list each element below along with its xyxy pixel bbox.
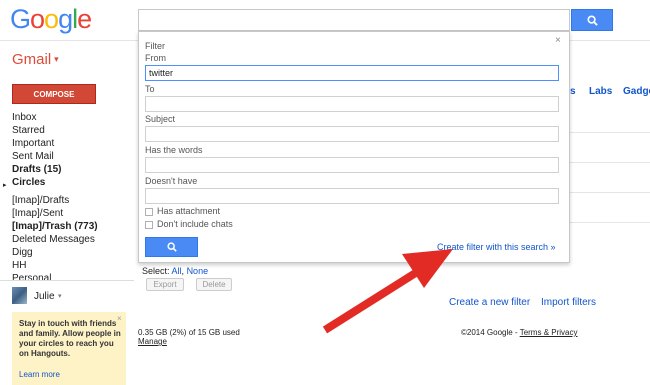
hangouts-promo-text: Stay in touch with friends and family. A… — [19, 319, 121, 358]
has-words-field[interactable] — [145, 157, 559, 173]
create-filter-link[interactable]: Create filter with this search » — [437, 242, 556, 252]
sidebar-item[interactable]: HH — [12, 260, 26, 271]
row-divider — [570, 162, 650, 163]
has-attachment-label: Has attachment — [157, 206, 221, 216]
sidebar-item[interactable]: Personal — [12, 273, 51, 280]
search-button[interactable] — [571, 9, 613, 31]
close-icon[interactable]: × — [117, 314, 122, 323]
google-logo[interactable]: Google — [10, 4, 92, 35]
chevron-down-icon[interactable]: ▾ — [58, 292, 62, 300]
row-divider — [570, 192, 650, 193]
select-all-link[interactable]: All — [172, 266, 182, 276]
expand-arrow-icon[interactable]: ▸ — [3, 181, 7, 189]
tab-labs[interactable]: Labs — [589, 86, 612, 97]
sidebar-item[interactable]: [Imap]/Drafts — [12, 195, 69, 206]
terms-privacy-link[interactable]: Terms & Privacy — [520, 328, 578, 337]
sidebar-item[interactable]: Drafts (15) — [12, 164, 61, 175]
import-filters-link[interactable]: Import filters — [541, 297, 596, 308]
subject-label: Subject — [145, 114, 176, 124]
dont-include-chats-checkbox[interactable] — [145, 221, 153, 229]
footer-copyright: ©2014 Google - Terms & Privacy — [461, 328, 577, 337]
tab-gadgets[interactable]: Gadge — [623, 86, 650, 97]
copyright-text: ©2014 Google - — [461, 328, 520, 337]
sidebar-item[interactable]: [Imap]/Trash (773) — [12, 221, 98, 232]
sidebar-item[interactable]: Sent Mail — [12, 151, 54, 162]
sidebar-divider — [0, 280, 134, 281]
logo-letter: g — [58, 4, 73, 34]
select-none-link[interactable]: None — [187, 266, 209, 276]
sidebar-item[interactable]: Deleted Messages — [12, 234, 95, 245]
subject-field[interactable] — [145, 126, 559, 142]
sidebar-item[interactable]: Important — [12, 138, 54, 149]
search-input[interactable] — [138, 9, 570, 31]
doesnt-have-field[interactable] — [145, 188, 559, 204]
gmail-label: Gmail — [12, 51, 52, 68]
avatar[interactable] — [12, 287, 27, 304]
dont-include-chats-label: Don't include chats — [157, 219, 233, 229]
compose-button[interactable]: COMPOSE — [12, 84, 96, 104]
user-name[interactable]: Julie — [34, 291, 55, 302]
to-field[interactable] — [145, 96, 559, 112]
tab-partial[interactable]: s — [570, 86, 576, 97]
create-new-filter-link[interactable]: Create a new filter — [449, 297, 530, 308]
sidebar-item[interactable]: [Imap]/Sent — [12, 208, 63, 219]
from-field[interactable] — [145, 65, 559, 81]
delete-button[interactable]: Delete — [196, 278, 232, 291]
has-attachment-checkbox[interactable] — [145, 208, 153, 216]
storage-usage: 0.35 GB (2%) of 15 GB used — [138, 328, 240, 337]
logo-letter: o — [30, 4, 45, 34]
to-label: To — [145, 84, 155, 94]
logo-letter: G — [10, 4, 31, 34]
has-words-label: Has the words — [145, 145, 203, 155]
export-button[interactable]: Export — [146, 278, 184, 291]
filter-panel-title: Filter — [145, 41, 165, 51]
close-icon[interactable]: × — [555, 35, 561, 46]
chevron-down-icon: ▾ — [54, 54, 59, 64]
row-divider — [570, 222, 650, 223]
sidebar-item[interactable]: Inbox — [12, 112, 36, 123]
row-divider — [570, 132, 650, 133]
sidebar-item[interactable]: Digg — [12, 247, 33, 258]
select-controls: Select: All, None — [142, 266, 209, 276]
search-icon — [166, 242, 177, 252]
doesnt-have-label: Doesn't have — [145, 176, 198, 186]
from-label: From — [145, 53, 166, 63]
logo-letter: o — [44, 4, 59, 34]
learn-more-link[interactable]: Learn more — [19, 370, 60, 379]
manage-storage-link[interactable]: Manage — [138, 337, 167, 346]
logo-letter: e — [77, 4, 92, 34]
select-label: Select: — [142, 266, 170, 276]
search-icon — [586, 14, 598, 26]
filter-search-button[interactable] — [145, 237, 198, 257]
sidebar-item[interactable]: Circles — [12, 177, 45, 188]
gmail-app-switcher[interactable]: Gmail ▾ — [12, 51, 59, 68]
sidebar-item[interactable]: Starred — [12, 125, 45, 136]
